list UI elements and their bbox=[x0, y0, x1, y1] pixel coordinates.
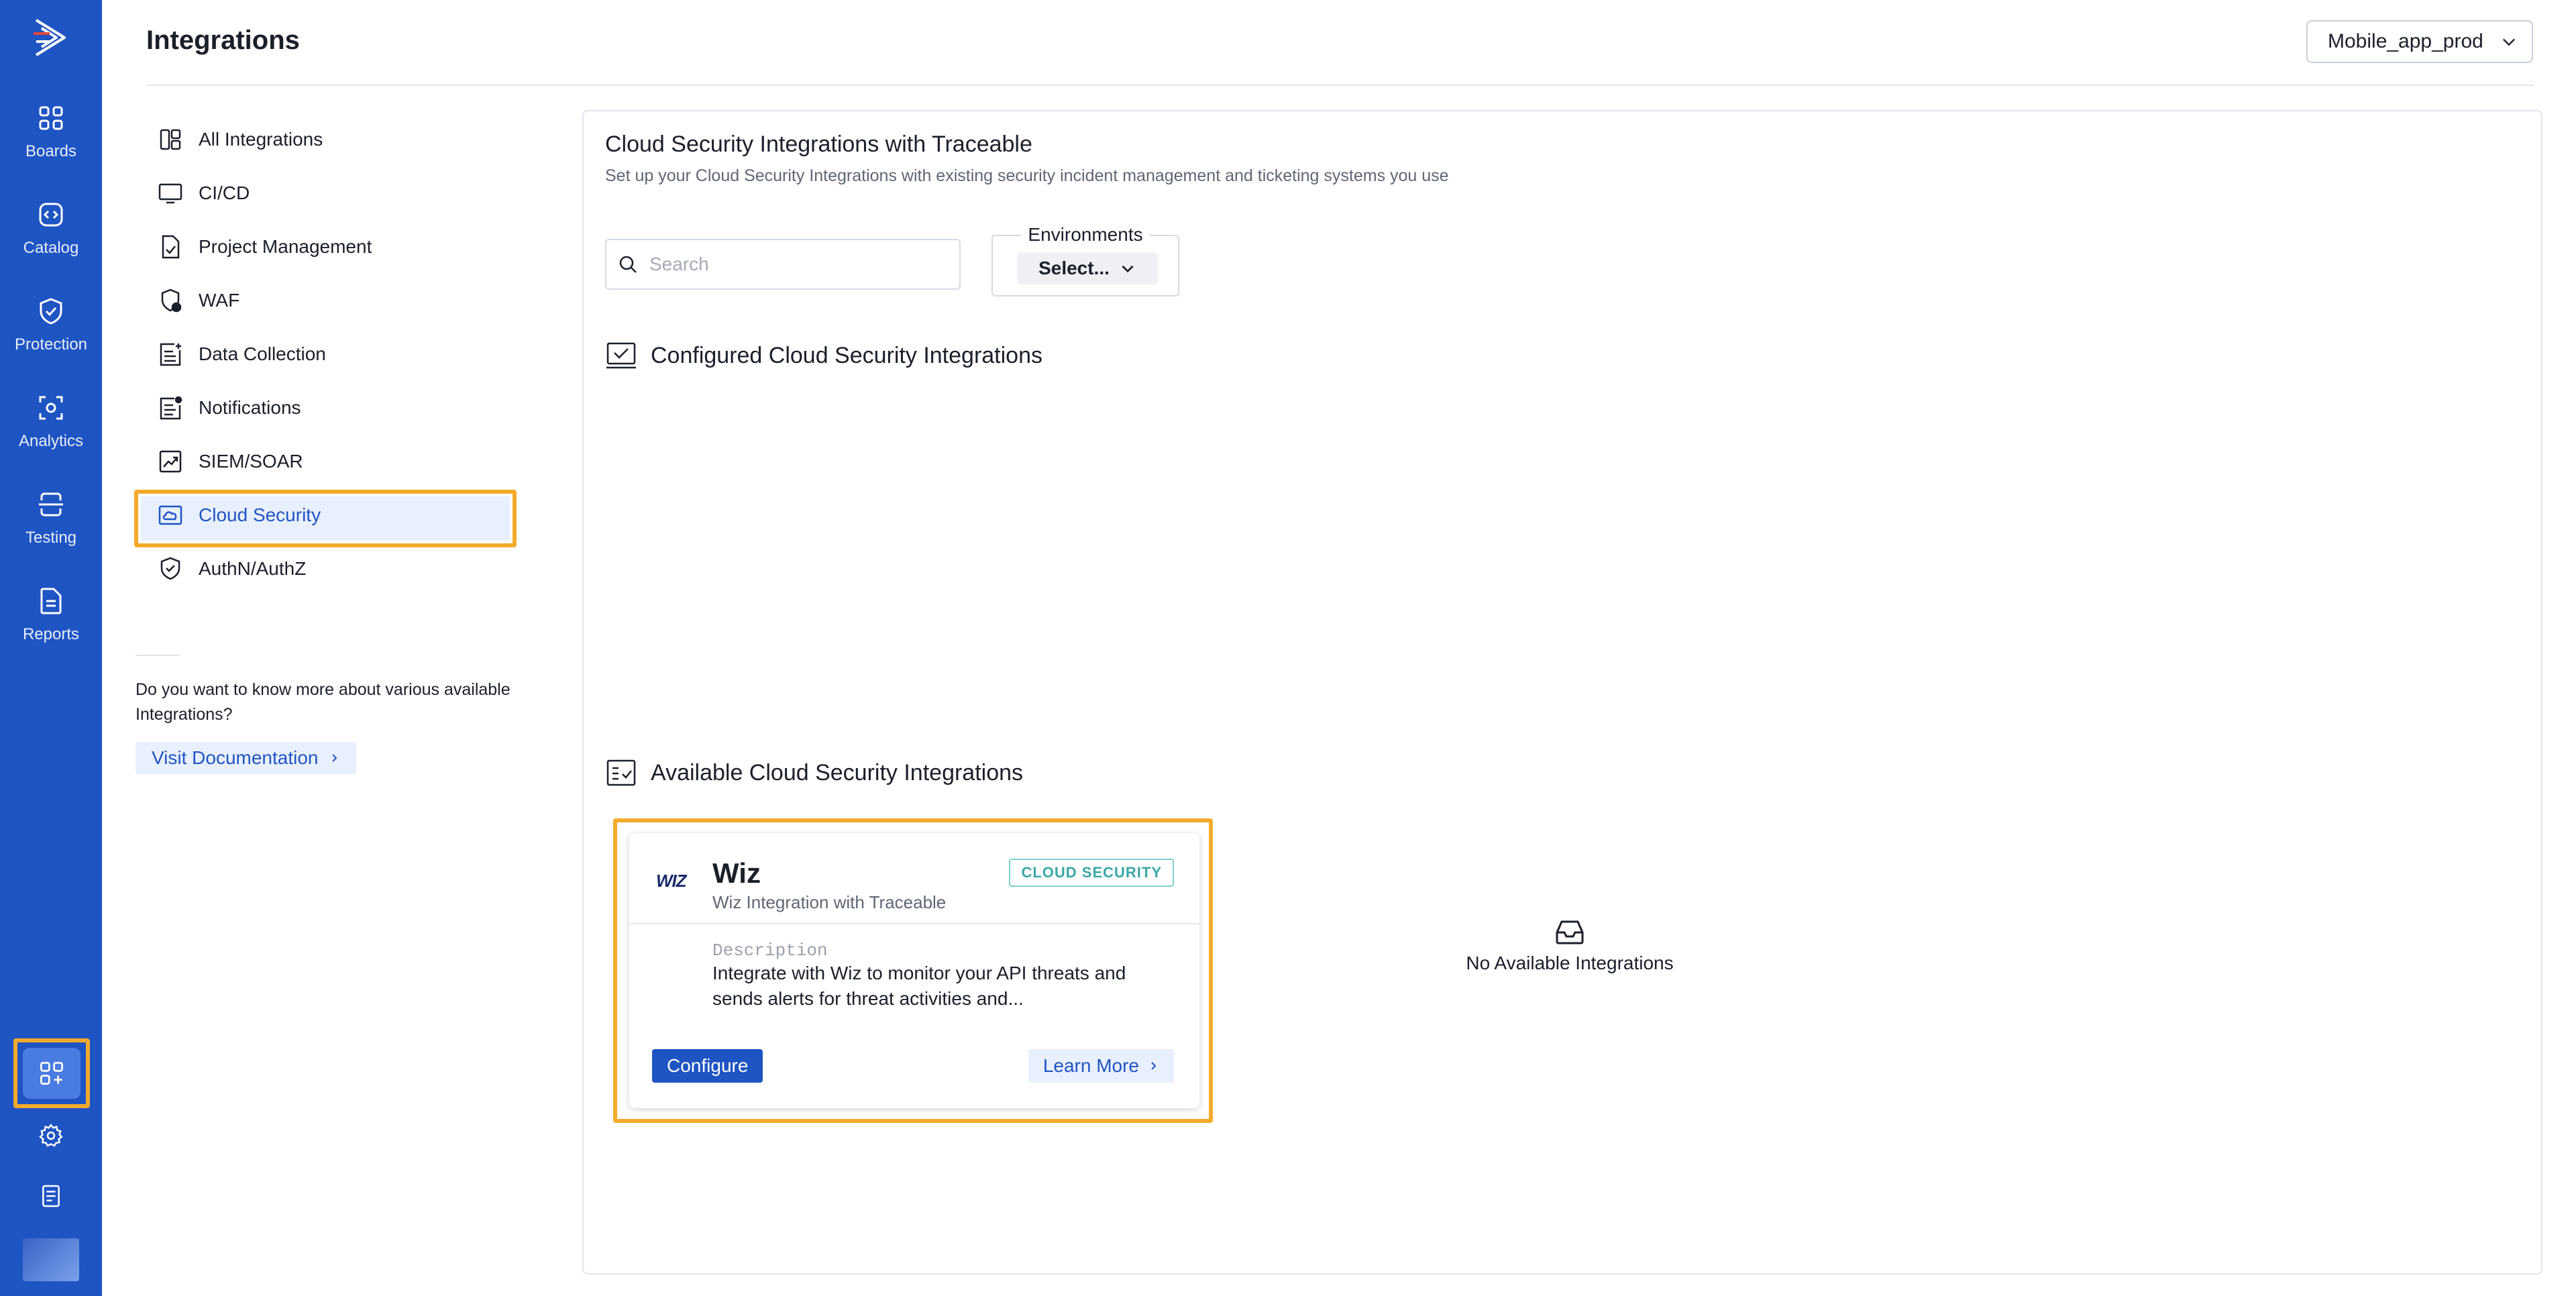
chevron-down-icon bbox=[2503, 38, 2515, 46]
gear-icon bbox=[39, 1124, 63, 1147]
avatar[interactable] bbox=[23, 1238, 79, 1281]
boards-icon bbox=[39, 106, 63, 130]
description-label: Description bbox=[712, 940, 828, 961]
nav-item-cicd[interactable]: CI/CD bbox=[134, 166, 557, 220]
rail-item-catalog[interactable]: Catalog bbox=[0, 188, 102, 268]
environments-select[interactable]: Select... bbox=[1017, 252, 1158, 284]
environments-filter: Environments Select... bbox=[991, 224, 1179, 296]
learn-more-button[interactable]: Learn More bbox=[1028, 1049, 1174, 1083]
integrations-icon bbox=[40, 1062, 63, 1085]
monitor-icon bbox=[158, 183, 182, 204]
nav-item-notifications[interactable]: Notifications bbox=[134, 381, 557, 435]
visit-documentation-link[interactable]: Visit Documentation bbox=[136, 742, 356, 774]
configured-section-heading: Configured Cloud Security Integrations bbox=[605, 341, 1042, 370]
rail-item-settings[interactable] bbox=[0, 1105, 102, 1166]
environments-label: Environments bbox=[1021, 224, 1150, 245]
nav-label: CI/CD bbox=[199, 182, 250, 203]
rail-label: Catalog bbox=[23, 239, 79, 257]
nav-label: WAF bbox=[199, 290, 240, 311]
rail-item-integrations[interactable] bbox=[23, 1048, 80, 1099]
panel-title: Cloud Security Integrations with Traceab… bbox=[605, 131, 1032, 157]
configure-button[interactable]: Configure bbox=[652, 1049, 763, 1083]
environments-legend: Environments bbox=[993, 224, 1178, 246]
catalog-icon bbox=[39, 203, 63, 227]
rail-label: Analytics bbox=[18, 432, 84, 450]
integration-categories: All Integrations CI/CD Project Managemen… bbox=[134, 113, 557, 596]
chart-trend-icon bbox=[159, 450, 182, 473]
rail-label: Protection bbox=[14, 335, 88, 354]
page-title: Integrations bbox=[146, 25, 300, 55]
available-heading-text: Available Cloud Security Integrations bbox=[651, 759, 1024, 786]
nav-label: Cloud Security bbox=[199, 504, 321, 525]
doc-link-label: Visit Documentation bbox=[152, 747, 319, 768]
nav-label: Project Management bbox=[199, 236, 372, 257]
nav-item-data-collection[interactable]: Data Collection bbox=[134, 327, 557, 381]
notifications-icon bbox=[160, 396, 182, 420]
analytics-icon bbox=[39, 396, 63, 420]
empty-state-text: No Available Integrations bbox=[1466, 953, 1674, 973]
category-badge: CLOUD SECURITY bbox=[1009, 859, 1174, 887]
rail-item-testing[interactable]: Testing bbox=[0, 478, 102, 558]
card-title: Wiz bbox=[712, 857, 761, 889]
nav-item-all-integrations[interactable]: All Integrations bbox=[134, 113, 557, 166]
nav-item-cloud-security[interactable]: Cloud Security bbox=[134, 488, 557, 547]
rail-item-reports[interactable]: Reports bbox=[0, 574, 102, 655]
checklist-icon bbox=[606, 759, 636, 786]
nav-label: All Integrations bbox=[199, 129, 323, 150]
environment-value: Mobile_app_prod bbox=[2328, 30, 2483, 52]
rail-item-protection[interactable]: Protection bbox=[0, 284, 102, 365]
rail-item-boards[interactable]: Boards bbox=[0, 91, 102, 172]
reports-icon bbox=[40, 588, 62, 614]
nav-item-authn-authz[interactable]: AuthN/AuthZ bbox=[134, 542, 557, 596]
card-divider bbox=[629, 923, 1199, 924]
chevron-down-icon bbox=[1122, 265, 1134, 273]
wiz-logo: WIZ bbox=[656, 871, 687, 891]
inbox-icon bbox=[1556, 920, 1584, 944]
chevron-right-icon bbox=[331, 754, 337, 762]
waf-shield-icon bbox=[161, 288, 182, 313]
header-divider bbox=[146, 85, 2534, 86]
learn-more-label: Learn More bbox=[1042, 1055, 1139, 1076]
panel-subtitle: Set up your Cloud Security Integrations … bbox=[605, 166, 1449, 185]
environments-value: Select... bbox=[1038, 258, 1110, 278]
available-section-heading: Available Cloud Security Integrations bbox=[605, 758, 1023, 788]
cloud-icon bbox=[158, 505, 182, 525]
nav-active-bg bbox=[141, 496, 510, 541]
empty-state: No Available Integrations bbox=[1436, 919, 1704, 974]
traceable-logo[interactable] bbox=[30, 16, 72, 59]
chevron-right-icon bbox=[1151, 1062, 1157, 1070]
file-check-icon bbox=[162, 235, 180, 259]
nav-item-waf[interactable]: WAF bbox=[134, 274, 557, 327]
documentation-prompt: Do you want to know more about various a… bbox=[136, 680, 511, 724]
rail-item-analytics[interactable]: Analytics bbox=[0, 381, 102, 462]
search-input[interactable] bbox=[649, 254, 945, 275]
environment-dropdown[interactable]: Mobile_app_prod bbox=[2306, 20, 2533, 63]
docs-icon bbox=[42, 1185, 60, 1207]
rail-label: Boards bbox=[25, 142, 77, 160]
rail-item-docs[interactable] bbox=[0, 1166, 102, 1226]
nav-divider bbox=[136, 655, 180, 656]
laptop-check-icon bbox=[606, 342, 636, 369]
nav-item-project-management[interactable]: Project Management bbox=[134, 220, 557, 274]
nav-label: SIEM/SOAR bbox=[199, 451, 303, 472]
search-box bbox=[605, 239, 961, 290]
all-integrations-icon bbox=[160, 129, 181, 150]
nav-label: AuthN/AuthZ bbox=[199, 558, 307, 579]
integration-card-wiz: WIZ Wiz Wiz Integration with Traceable C… bbox=[629, 833, 1199, 1108]
description-text: Integrate with Wiz to monitor your API t… bbox=[712, 963, 1126, 1009]
shield-icon bbox=[40, 298, 62, 325]
configured-heading-text: Configured Cloud Security Integrations bbox=[651, 342, 1042, 368]
rail-label: Testing bbox=[25, 529, 77, 547]
nav-label: Data Collection bbox=[199, 343, 326, 364]
left-rail: Boards Catalog Protection Analytics Test… bbox=[0, 0, 102, 1296]
rail-label: Reports bbox=[22, 625, 80, 643]
shield-check-icon bbox=[160, 557, 180, 580]
card-subtitle: Wiz Integration with Traceable bbox=[712, 892, 947, 912]
nav-item-siem-soar[interactable]: SIEM/SOAR bbox=[134, 435, 557, 488]
testing-icon bbox=[39, 492, 63, 517]
search-icon bbox=[619, 256, 637, 273]
data-collection-icon bbox=[160, 343, 181, 366]
nav-label: Notifications bbox=[199, 397, 301, 418]
